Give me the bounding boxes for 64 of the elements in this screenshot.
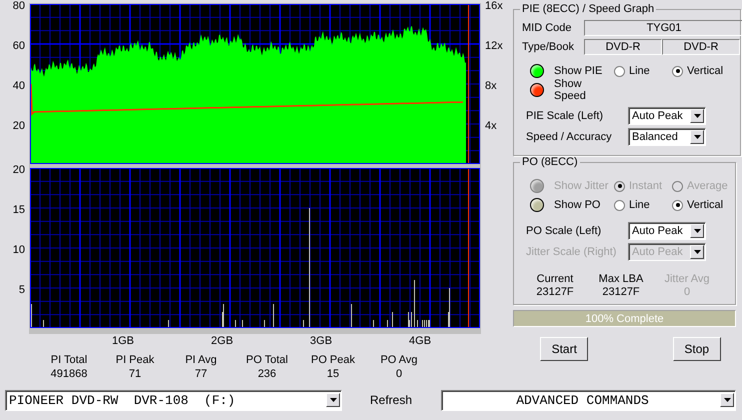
axis-tick-label: 1GB	[112, 335, 134, 347]
radio-option[interactable]: Line	[614, 65, 672, 77]
readout-label: Jitter Avg	[664, 273, 710, 285]
stat-value: 491868	[50, 368, 88, 380]
toggle-label[interactable]: Show Speed	[554, 78, 614, 102]
stat-label: PI Peak	[116, 354, 154, 366]
axis-tick-label: 8x	[485, 80, 497, 92]
stat-label: PO Avg	[380, 354, 418, 366]
axis-tick-label: 2GB	[211, 335, 234, 347]
group-title: PIE (8ECC) / Speed Graph	[521, 3, 656, 15]
axis-tick-label: 3GB	[310, 335, 332, 347]
toggle-label[interactable]: Show PO	[554, 199, 614, 211]
radio-option[interactable]: Line	[614, 199, 672, 211]
axis-tick-label: 10	[12, 244, 25, 256]
select-label: PIE Scale (Left)	[526, 110, 604, 122]
readout-value: 23127F	[602, 286, 640, 298]
action-button[interactable]: Stop	[672, 337, 721, 361]
stat-value: 71	[128, 368, 142, 380]
axis-tick-label: 60	[12, 40, 25, 52]
group-title: PO (8ECC)	[521, 156, 579, 168]
refresh-link[interactable]: Refresh	[370, 393, 412, 407]
book-type-field: DVD-R	[662, 39, 740, 55]
radio-option[interactable]: Vertical	[672, 65, 730, 77]
axis-tick-label: 16x	[485, 0, 503, 12]
stat-label: PO Peak	[310, 354, 356, 366]
stat-label: PI Total	[50, 354, 88, 366]
field-label: MID Code	[522, 22, 573, 34]
drive-dropdown[interactable]: PIONEER DVD-RW DVR-108 (F:)	[5, 390, 342, 410]
axis-tick-label: 20	[12, 120, 25, 132]
indicator-light-icon[interactable]	[530, 83, 544, 97]
readout-label: Max LBA	[598, 273, 644, 285]
scale-dropdown[interactable]: Balanced	[628, 128, 706, 146]
select-label: Jitter Scale (Right)	[526, 246, 618, 258]
radio-option[interactable]: Vertical	[672, 199, 730, 211]
toggle-label[interactable]: Show PIE	[554, 65, 614, 77]
select-label: PO Scale (Left)	[526, 225, 602, 237]
scale-dropdown[interactable]: Auto Peak	[628, 107, 706, 125]
select-label: Speed / Accuracy	[526, 131, 613, 143]
stat-value: 15	[326, 368, 340, 380]
stat-value: 0	[396, 368, 402, 380]
progress-label: 100% Complete	[585, 312, 664, 324]
disc-type-field: DVD-R	[584, 39, 662, 55]
readout-value: 0	[684, 286, 690, 298]
indicator-light-icon[interactable]	[530, 64, 544, 78]
scale-dropdown[interactable]: Auto Peak	[628, 222, 706, 240]
axis-tick-label: 4GB	[409, 335, 432, 347]
axis-tick-label: 12x	[485, 40, 503, 52]
action-button[interactable]: Start	[540, 337, 588, 361]
stat-value: 77	[194, 368, 208, 380]
axis-tick-label: 20	[12, 164, 25, 176]
readout-value: 23127F	[536, 286, 574, 298]
stat-label: PO Total	[246, 354, 288, 366]
axis-tick-label: 4x	[485, 120, 497, 132]
axis-tick-label: 40	[12, 80, 25, 92]
stat-label: PI Avg	[185, 354, 217, 366]
indicator-light-icon[interactable]	[530, 198, 544, 212]
axis-tick-label: 5	[18, 284, 25, 296]
readout-label: Current	[536, 273, 574, 285]
commands-dropdown[interactable]: ADVANCED COMMANDS	[441, 390, 736, 410]
axis-tick-label: 15	[12, 204, 25, 216]
stat-value: 236	[258, 368, 276, 380]
axis-tick-label: 80	[12, 0, 25, 12]
field-label: Type/Book	[522, 41, 575, 53]
mid-code-field: TYG01	[584, 20, 742, 36]
